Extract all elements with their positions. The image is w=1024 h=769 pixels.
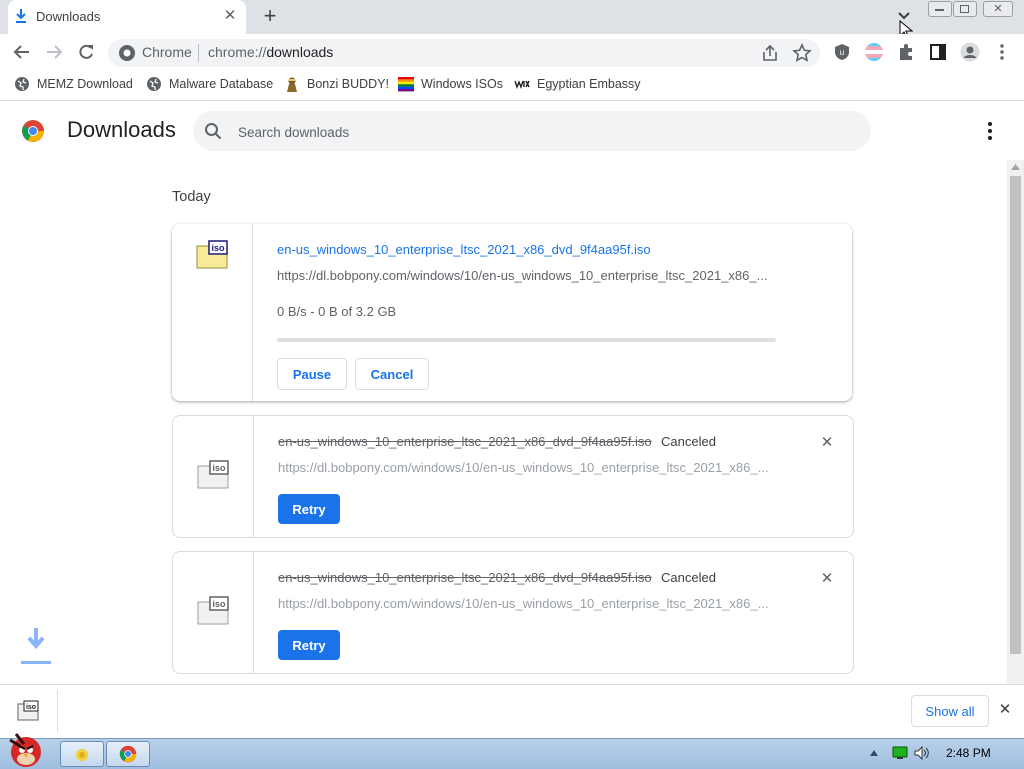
system-clock[interactable]: 2:48 PM (946, 746, 991, 760)
bookmark-egyptian-embassy[interactable]: Egyptian Embassy (514, 75, 641, 93)
chrome-logo-icon (22, 120, 44, 142)
close-shelf-icon[interactable]: ✕ (997, 702, 1013, 718)
share-icon[interactable] (760, 43, 780, 63)
bookmark-memz-download[interactable]: MEMZ Download (14, 75, 133, 93)
bookmark-malware-database[interactable]: Malware Database (146, 75, 273, 93)
network-icon[interactable] (892, 746, 908, 760)
bookmark-bonzi-buddy[interactable]: Bonzi BUDDY! (284, 75, 389, 93)
globe-icon (15, 77, 29, 91)
status-text: Canceled (661, 434, 716, 449)
date-heading: Today (172, 189, 211, 205)
bookmark-windows-isos[interactable]: Windows ISOs (398, 75, 503, 93)
forward-icon[interactable] (44, 42, 64, 62)
minimize-icon (935, 9, 944, 11)
bookmark-label: MEMZ Download (37, 77, 133, 91)
show-all-button[interactable]: Show all (911, 695, 989, 727)
url-text[interactable]: chrome://downloads (208, 44, 333, 60)
page-title: Downloads (67, 117, 176, 142)
pause-button[interactable]: Pause (277, 358, 347, 390)
close-window-icon: ✕ (993, 3, 1003, 15)
card-divider (253, 552, 254, 673)
scrollbar-thumb[interactable] (1010, 176, 1021, 654)
progress-bar (277, 338, 776, 342)
file-name-link[interactable]: en-us_windows_10_enterprise_ltsc_2021_x8… (277, 242, 651, 257)
bookmark-label: Windows ISOs (421, 77, 503, 91)
bookmark-label: Egyptian Embassy (537, 77, 641, 91)
download-shelf (0, 684, 1024, 739)
new-tab-button[interactable]: + (260, 5, 280, 27)
volume-icon[interactable] (914, 746, 930, 760)
taskbar-explorer-button[interactable] (60, 741, 104, 767)
iso-file-icon[interactable]: iso (17, 700, 39, 722)
trans-flag-icon[interactable] (864, 42, 884, 62)
tab-close-icon[interactable]: ✕ (222, 8, 238, 24)
explorer-icon (76, 749, 88, 761)
card-divider (253, 416, 254, 537)
iso-file-icon: iso (197, 460, 229, 489)
start-button-angry-bird-icon[interactable] (2, 730, 50, 768)
source-url[interactable]: https://dl.bobpony.com/windows/10/en-us_… (278, 596, 768, 611)
iso-label: iso (212, 463, 226, 473)
tab-title: Downloads (36, 9, 101, 24)
scroll-up-arrow-icon[interactable] (1010, 163, 1021, 171)
iso-file-icon: iso (196, 240, 228, 269)
rainbow-flag-icon (398, 77, 414, 92)
iso-label: iso (211, 243, 225, 253)
minimize-button[interactable] (928, 1, 952, 17)
site-label: Chrome (142, 44, 192, 60)
bookmark-label: Bonzi BUDDY! (307, 77, 389, 91)
retry-button[interactable]: Retry (278, 494, 340, 524)
shelf-divider (57, 690, 58, 732)
remove-item-icon[interactable]: ✕ (819, 571, 835, 587)
more-actions-icon[interactable] (982, 120, 998, 142)
iso-label: iso (212, 599, 226, 609)
profile-icon[interactable] (960, 42, 980, 62)
search-icon (205, 123, 222, 140)
status-text: Canceled (661, 570, 716, 585)
chrome-icon (119, 745, 137, 763)
file-name: en-us_windows_10_enterprise_ltsc_2021_x8… (278, 434, 652, 449)
progress-text: 0 B/s - 0 B of 3.2 GB (277, 304, 397, 319)
remove-item-icon[interactable]: ✕ (819, 435, 835, 451)
taskbar-chrome-button[interactable] (106, 741, 150, 767)
download-item-in-progress: iso en-us_windows_10_enterprise_ltsc_202… (172, 224, 852, 401)
svg-text:u: u (840, 48, 844, 57)
retry-button[interactable]: Retry (278, 630, 340, 660)
download-indicator-icon (21, 628, 51, 664)
download-item-canceled: iso en-us_windows_10_enterprise_ltsc_202… (172, 415, 854, 538)
bonzi-icon (287, 77, 297, 92)
restore-icon (960, 5, 969, 13)
download-item-canceled: iso en-us_windows_10_enterprise_ltsc_202… (172, 551, 854, 674)
cancel-button[interactable]: Cancel (355, 358, 429, 390)
globe-icon (147, 77, 161, 91)
bookmark-label: Malware Database (169, 77, 274, 91)
restore-button[interactable] (953, 1, 977, 17)
iso-file-icon: iso (197, 596, 229, 625)
file-name: en-us_windows_10_enterprise_ltsc_2021_x8… (278, 570, 652, 585)
side-panel-icon[interactable] (928, 42, 948, 62)
reload-icon[interactable] (76, 42, 96, 62)
extensions-icon[interactable] (896, 42, 916, 62)
chrome-site-icon (119, 45, 135, 61)
chrome-menu-icon[interactable] (992, 42, 1012, 62)
wix-icon (514, 80, 530, 90)
ublock-icon[interactable]: u (832, 42, 852, 62)
iso-label: iso (26, 704, 36, 711)
card-divider (252, 224, 253, 401)
bookmark-star-icon[interactable] (792, 43, 812, 63)
source-url[interactable]: https://dl.bobpony.com/windows/10/en-us_… (278, 460, 768, 475)
show-hidden-icons-icon[interactable] (869, 749, 879, 757)
download-icon (16, 9, 26, 23)
search-input[interactable] (236, 120, 840, 144)
address-separator (198, 44, 199, 62)
url-path: downloads (266, 44, 334, 60)
url-scheme: chrome:// (208, 44, 267, 60)
close-window-button[interactable]: ✕ (983, 1, 1013, 17)
source-url[interactable]: https://dl.bobpony.com/windows/10/en-us_… (277, 268, 767, 283)
back-icon[interactable] (12, 42, 32, 62)
